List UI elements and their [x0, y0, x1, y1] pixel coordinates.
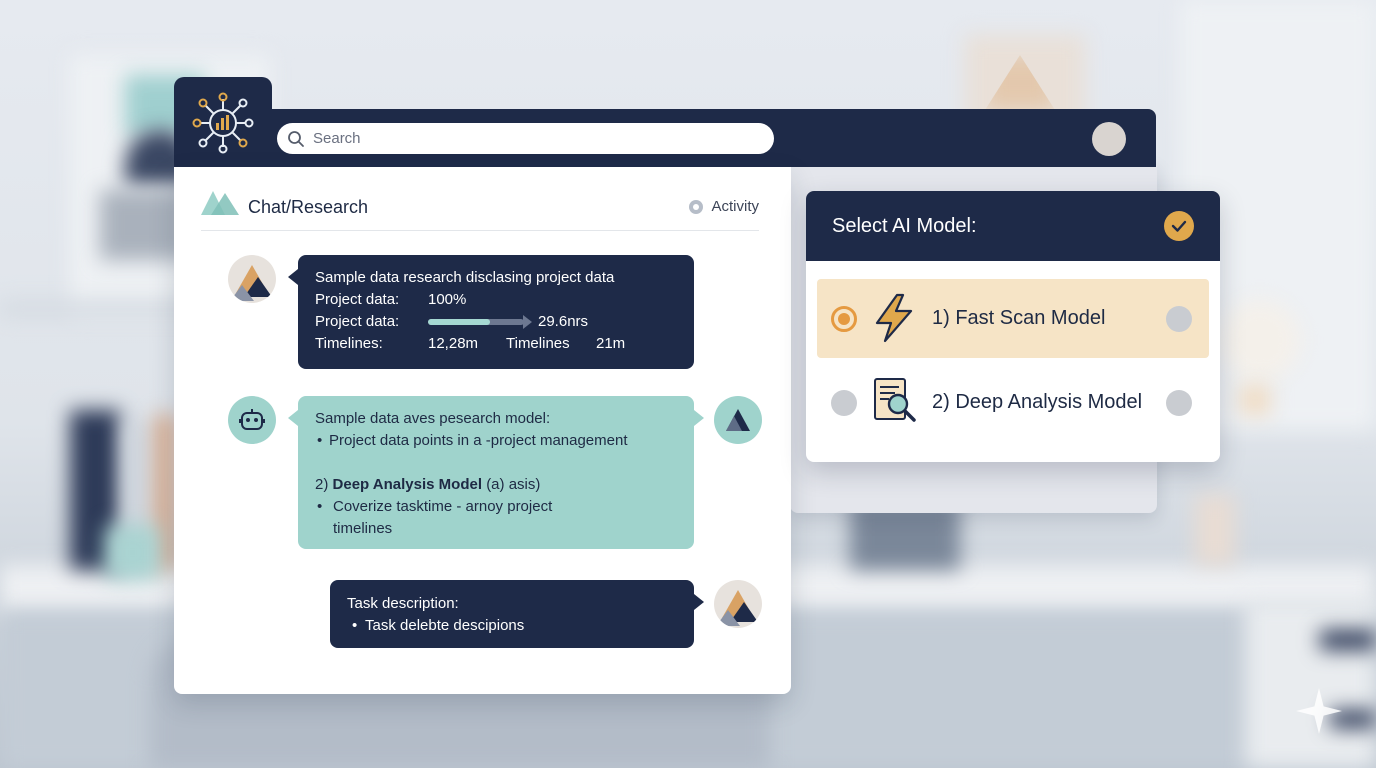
radio-indicator[interactable]	[1166, 390, 1192, 416]
chat-header: Chat/Research Activity	[201, 187, 759, 231]
row-value: 100%	[428, 291, 467, 308]
model-option-label: 2) Deep Analysis Model	[932, 391, 1143, 413]
model-option-deep-analysis[interactable]: 2) Deep Analysis Model	[817, 363, 1209, 442]
progress-fill	[428, 319, 491, 325]
chat-title: Chat/Research	[248, 197, 369, 217]
message-bubble-3: Task description: Task delebte descipion…	[330, 580, 704, 648]
assistant-avatar	[714, 396, 762, 444]
message-bubble-2: Sample data aves pesearch model: Project…	[288, 396, 704, 549]
mountain-logo-icon	[201, 191, 239, 215]
search-input[interactable]	[313, 130, 743, 147]
radio-indicator[interactable]	[1166, 306, 1192, 332]
model-selector: Select AI Model: 1) Fast Scan Model 2) D…	[806, 191, 1220, 462]
message-1-row-3: Timelines: 12,28m Timelines 21m	[315, 333, 677, 355]
model-option-fast-scan[interactable]: 1) Fast Scan Model	[817, 279, 1209, 358]
row-value: 29.6nrs	[538, 313, 589, 330]
mountain-avatar-icon	[230, 265, 272, 301]
radio-button[interactable]	[831, 390, 857, 416]
row-label: Project data:	[315, 313, 400, 330]
radio-button[interactable]	[831, 306, 857, 332]
row-label: Timelines	[506, 335, 570, 352]
activity-icon	[689, 199, 704, 214]
triangle-avatar-icon	[726, 409, 750, 431]
lightning-icon	[875, 293, 913, 343]
row-value: 21m	[596, 335, 626, 352]
progress-bar	[428, 315, 532, 329]
message-2-bullet-1: Project data points in a -project manage…	[315, 430, 677, 452]
search-icon	[288, 130, 304, 147]
network-chart-icon	[192, 92, 254, 154]
message-3-text: Task description:	[347, 595, 459, 612]
model-suffix: (a) asis)	[486, 476, 541, 493]
chat-panel: Chat/Research Activity Sample data resea…	[174, 167, 791, 694]
model-selector-header: Select AI Model:	[806, 191, 1220, 261]
checkmark-icon[interactable]	[1164, 211, 1194, 241]
message-2-text: Sample data aves pesearch model:	[315, 410, 551, 427]
message-2-bullet-2: Coverize tasktime - arnoy project timeli…	[315, 496, 575, 540]
mountain-avatar-icon	[716, 590, 758, 626]
message-1-row-1: Project data: 100%	[315, 289, 677, 311]
bot-avatar	[228, 396, 276, 444]
app-logo[interactable]	[174, 77, 272, 169]
message-1-text: Sample data research disclasing project …	[315, 269, 615, 286]
row-label: Timelines:	[315, 335, 383, 352]
row-label: Project data:	[315, 291, 400, 308]
message-bubble-1: Sample data research disclasing project …	[288, 255, 694, 369]
document-magnifier-icon	[874, 378, 916, 422]
search-bar[interactable]	[277, 123, 774, 154]
model-option-label: 1) Fast Scan Model	[932, 307, 1106, 329]
arrow-icon	[523, 315, 532, 329]
user-avatar-mountain-2	[714, 580, 762, 628]
model-selector-title: Select AI Model:	[832, 215, 977, 237]
user-avatar[interactable]	[1092, 122, 1126, 156]
activity-label: Activity	[711, 198, 759, 215]
message-3-bullet-1: Task delebte descipions	[347, 615, 677, 637]
model-prefix: 2)	[315, 476, 329, 493]
activity-button[interactable]: Activity	[689, 198, 759, 215]
row-value: 12,28m	[428, 335, 479, 352]
model-name: Deep Analysis Model	[332, 476, 483, 493]
message-2-model-line: 2) Deep Analysis Model (a) asis)	[315, 474, 677, 496]
user-avatar-mountain	[228, 255, 276, 303]
robot-icon	[239, 409, 265, 430]
message-1-row-2: Project data: 29.6nrs	[315, 311, 677, 333]
